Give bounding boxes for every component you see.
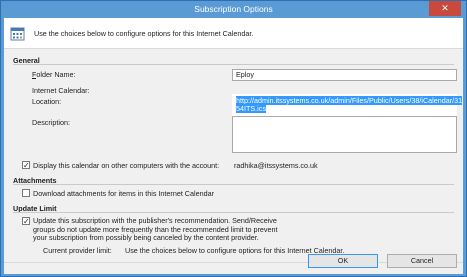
subscription-options-dialog: Subscription Options ✕ Use the choices b… — [0, 0, 467, 277]
update-limit-divider — [13, 212, 454, 213]
title-bar[interactable]: Subscription Options ✕ — [1, 1, 466, 18]
folder-name-input[interactable]: Eploy — [232, 69, 457, 81]
display-calendar-label[interactable]: Display this calendar on other computers… — [33, 161, 219, 170]
display-calendar-checkbox[interactable]: ✓ — [22, 161, 30, 170]
header-band: Use the choices below to configure optio… — [4, 18, 463, 49]
update-label-line3: your subscription from possibly being ca… — [33, 233, 259, 242]
location-url-line2: 54ITS.ics — [236, 104, 266, 113]
ok-button[interactable]: OK — [308, 254, 378, 268]
account-email: radhika@itssystems.co.uk — [234, 161, 318, 170]
calendar-options-icon — [10, 27, 25, 41]
current-limit-label: Current provider limit: — [43, 246, 112, 255]
close-button[interactable]: ✕ — [429, 1, 461, 16]
location-url-line1: http://admin.itssystems.co.uk/admin/File… — [236, 96, 463, 105]
dialog-title: Subscription Options — [194, 4, 273, 14]
description-textarea[interactable] — [232, 116, 457, 153]
attachments-divider — [13, 184, 454, 185]
dialog-body: Use the choices below to configure optio… — [4, 18, 463, 274]
folder-name-label: Folder Name: — [32, 70, 76, 79]
general-divider — [13, 64, 454, 65]
description-label: Description: — [32, 118, 70, 127]
location-field[interactable]: http://admin.itssystems.co.uk/admin/File… — [232, 94, 463, 116]
folder-name-label-text: older Name: — [36, 70, 76, 79]
update-subscription-label[interactable]: Update this subscription with the publis… — [33, 216, 278, 243]
intro-text: Use the choices below to configure optio… — [34, 29, 254, 38]
download-attachments-checkbox[interactable] — [22, 189, 30, 197]
cancel-button[interactable]: Cancel — [387, 254, 457, 268]
internet-calendar-label: Internet Calendar: — [32, 86, 90, 95]
update-subscription-checkbox[interactable]: ✓ — [22, 217, 30, 226]
location-label: Location: — [32, 97, 62, 106]
download-attachments-label[interactable]: Download attachments for items in this I… — [33, 189, 214, 198]
